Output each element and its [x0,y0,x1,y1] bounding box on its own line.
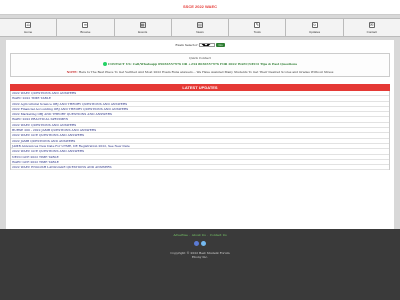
contact-text: CONTACT US: Call/Whatsapp 09036557976 OR… [107,62,298,66]
nav-label: Updates [308,29,321,34]
site-header: SSCE 2022 WAEC [0,0,400,15]
facebook-icon[interactable] [193,241,199,246]
main-content: Exam Selector: Choose Go Quick Contact C… [6,40,394,258]
home-icon: ⌂ [25,21,32,28]
calendar-icon: ▦ [139,21,146,28]
notice-title: Quick Contact [189,56,211,60]
note-label: NOTE: [66,70,78,74]
footer-links: Advertise· About Us· Contact Us [173,233,227,237]
exam-selector[interactable]: Choose [199,43,216,47]
footer-link-contact[interactable]: Contact Us [210,233,227,237]
mail-icon: ✉ [368,21,375,28]
tools-icon: ✎ [254,21,261,28]
footer-link-about[interactable]: About Us [192,233,206,237]
footer-copyright: Copyright © 2022 Best Student Forum Ebon… [0,251,400,259]
nav-item-home[interactable]: ⌂ Home [0,19,58,36]
nav-label: Events [138,29,148,34]
site-footer: Advertise· About Us· Contact Us Copyrigh… [0,229,400,300]
whatsapp-icon [102,62,107,66]
news-icon: ▤ [196,21,203,28]
social-links [0,241,400,247]
note-line: NOTE: Here Is The Best Place To Get Veri… [11,70,389,74]
nav-label: Tools [253,29,261,34]
nav-label: Browse [80,29,91,34]
update-link[interactable]: 2022 WAEC ENGLISH LANGUAGE QUESTIONS AND… [11,165,389,171]
note-text: Here Is The Best Place To Get Verified A… [78,70,334,74]
nav-item-tools[interactable]: ✎ Tools [229,19,287,36]
exam-selector-label: Exam Selector: [175,43,199,47]
main-nav: ⌂ Home ≡ Browse ▦ Events ▤ News ✎ Tools … [0,18,400,37]
contact-line[interactable]: CONTACT US: Call/Whatsapp 09036557976 OR… [11,62,389,66]
nav-label: News [196,29,204,34]
site-brand[interactable]: SSCE 2022 WAEC [0,4,400,9]
nav-item-contact[interactable]: ✉ Contact [344,19,400,36]
updates-list: 2022 WAEC QUESTIONS AND ANSWERS WAEC 202… [10,91,390,171]
nav-item-events[interactable]: ▦ Events [115,19,172,36]
nav-label: Contact [366,29,377,34]
footer-link-advertise[interactable]: Advertise [173,233,187,237]
notice-box: Quick Contact CONTACT US: Call/Whatsapp … [10,53,390,77]
exam-selector-row: Exam Selector: Choose Go [6,43,394,47]
latest-updates-title: LATEST UPDATES [10,84,390,91]
nav-item-news[interactable]: ▤ News [172,19,230,36]
list-icon: ≡ [82,21,89,28]
nav-label: Home [24,29,33,34]
nav-item-updates[interactable]: ↻ Updates [286,19,344,36]
powered-by-text: Ebony Inc. [191,255,209,259]
twitter-icon[interactable] [201,241,207,246]
nav-item-browse[interactable]: ≡ Browse [57,19,115,36]
refresh-icon: ↻ [311,21,318,28]
go-button[interactable]: Go [216,43,225,47]
